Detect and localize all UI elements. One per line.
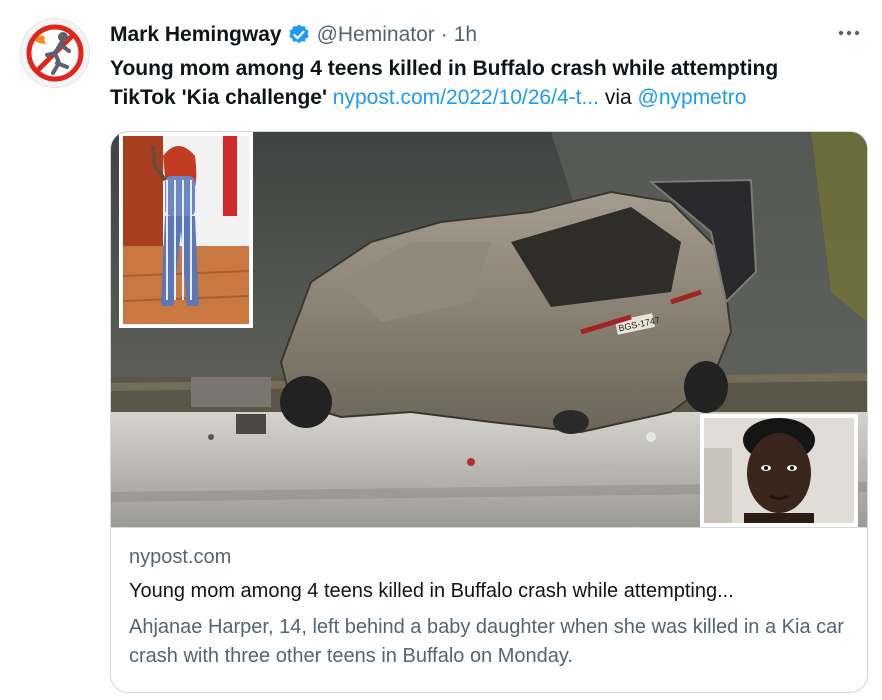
runner-logo-icon bbox=[26, 24, 84, 82]
tweet-text: Young mom among 4 teens killed in Buffal… bbox=[110, 54, 850, 112]
inset-photo-right bbox=[700, 414, 858, 527]
author-handle[interactable]: @Heminator bbox=[317, 23, 435, 47]
mention-link[interactable]: @nypmetro bbox=[638, 86, 747, 109]
tweet-link[interactable]: nypost.com/2022/10/26/4-t... bbox=[333, 86, 599, 109]
inset-photo-left bbox=[119, 132, 253, 328]
card-body[interactable]: nypost.com Young mom among 4 teens kille… bbox=[111, 527, 867, 692]
link-card[interactable]: BGS-1747 nypost.com Young mom among 4 te… bbox=[110, 131, 868, 693]
card-description: Ahjanae Harper, 14, left behind a baby d… bbox=[129, 616, 844, 667]
tweet-header: Mark Hemingway @Heminator · 1h bbox=[110, 20, 477, 50]
verified-badge-icon bbox=[288, 24, 309, 44]
author-name[interactable]: Mark Hemingway bbox=[110, 23, 282, 47]
via-label: via bbox=[604, 86, 632, 109]
avatar[interactable] bbox=[20, 18, 90, 88]
tweet-text-line1: Young mom among 4 teens killed in Buffal… bbox=[110, 57, 779, 80]
tweet[interactable]: Mark Hemingway @Heminator · 1h Young mom… bbox=[0, 0, 882, 700]
tweet-text-bold: TikTok 'Kia challenge' bbox=[110, 86, 327, 109]
timestamp[interactable]: 1h bbox=[454, 23, 477, 47]
card-image[interactable]: BGS-1747 bbox=[111, 132, 867, 527]
card-title: Young mom among 4 teens killed in Buffal… bbox=[129, 580, 734, 602]
card-domain: nypost.com bbox=[129, 546, 232, 568]
more-options-icon[interactable] bbox=[834, 21, 864, 45]
separator-dot: · bbox=[440, 23, 448, 46]
